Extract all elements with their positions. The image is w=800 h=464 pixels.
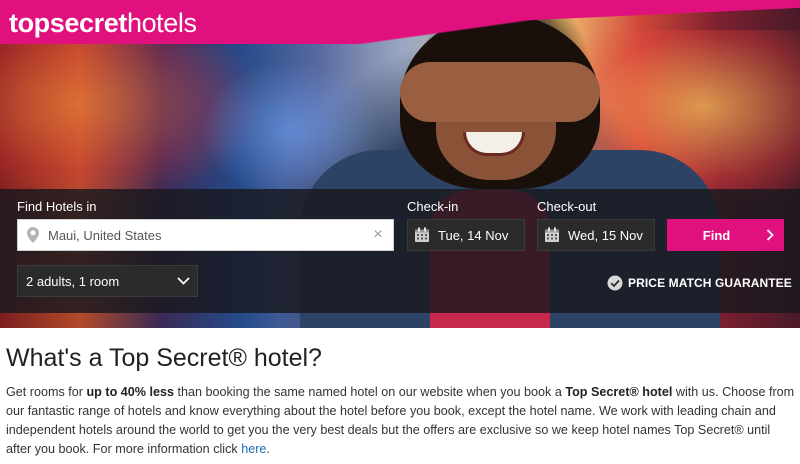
destination-label: Find Hotels in [17, 199, 97, 214]
guests-rooms-value: 2 adults, 1 room [26, 273, 120, 289]
logo-light-text: hotels [126, 8, 197, 38]
find-button[interactable]: Find [667, 219, 784, 251]
guests-rooms-select[interactable]: 2 adults, 1 room [17, 265, 198, 297]
intro-text-1: Get rooms for [6, 385, 87, 399]
price-match-guarantee[interactable]: PRICE MATCH GUARANTEE [607, 275, 792, 291]
intro-text-end: . [266, 442, 270, 456]
intro-text-2: than booking the same named hotel on our… [173, 385, 566, 399]
check-circle-icon [607, 275, 623, 291]
checkin-date-picker[interactable]: Tue, 14 Nov [407, 219, 525, 251]
destination-field[interactable]: × [17, 219, 394, 251]
calendar-icon [538, 219, 566, 251]
checkin-date-value: Tue, 14 Nov [438, 227, 509, 243]
checkout-date-picker[interactable]: Wed, 15 Nov [537, 219, 655, 251]
hero-person-hands [400, 62, 600, 122]
more-info-link[interactable]: here [241, 442, 266, 456]
location-pin-icon [18, 219, 48, 251]
price-match-guarantee-label: PRICE MATCH GUARANTEE [628, 276, 792, 290]
clear-destination-icon[interactable]: × [363, 219, 393, 251]
intro-bold-discount: up to 40% less [86, 385, 174, 399]
calendar-icon [408, 219, 436, 251]
logo-bold-text: topsecret [9, 8, 127, 38]
intro-bold-hotel: Top Secret® hotel [565, 385, 673, 399]
checkout-label: Check-out [537, 199, 597, 214]
checkin-label: Check-in [407, 199, 459, 214]
page-title: What's a Top Secret® hotel? [6, 344, 322, 372]
chevron-right-icon [756, 229, 784, 241]
chevron-down-icon [169, 277, 197, 285]
site-logo[interactable]: topsecrethotels [9, 9, 197, 37]
destination-input[interactable] [48, 220, 363, 250]
intro-paragraph: Get rooms for up to 40% less than bookin… [6, 383, 796, 459]
checkout-date-value: Wed, 15 Nov [568, 227, 643, 243]
find-button-label: Find [702, 227, 731, 243]
